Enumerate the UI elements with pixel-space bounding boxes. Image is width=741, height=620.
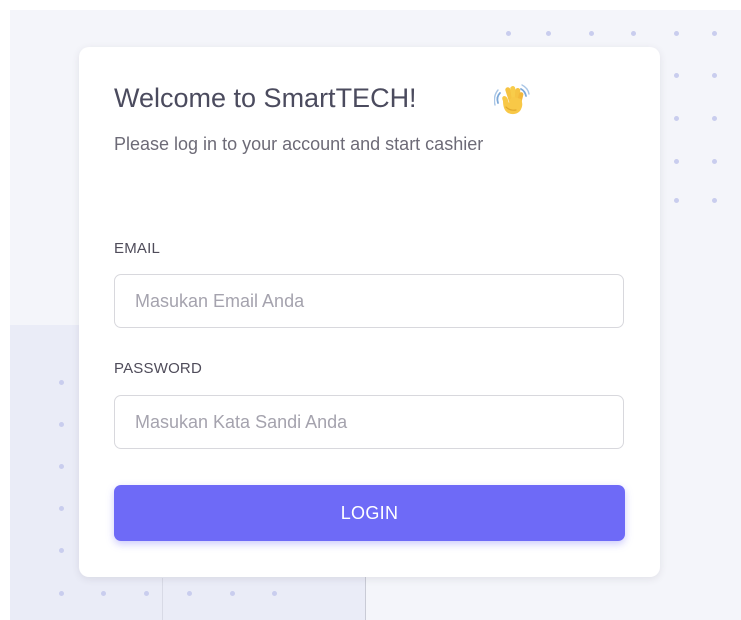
password-field[interactable]	[114, 395, 624, 449]
decor-dot	[187, 591, 192, 596]
decor-dot	[631, 31, 636, 36]
decor-dot	[59, 506, 64, 511]
email-field[interactable]	[114, 274, 624, 328]
decor-dot	[712, 73, 717, 78]
decor-dot	[674, 198, 679, 203]
decor-dot	[712, 198, 717, 203]
email-label: EMAIL	[114, 240, 161, 257]
decor-dot	[59, 464, 64, 469]
decor-dot	[674, 73, 679, 78]
decor-dot	[712, 159, 717, 164]
decor-dot	[674, 116, 679, 121]
decor-dot	[59, 380, 64, 385]
login-button[interactable]: LOGIN	[114, 485, 625, 541]
decor-dot	[674, 31, 679, 36]
decor-dot	[674, 159, 679, 164]
decor-dot	[59, 548, 64, 553]
decor-dot	[712, 116, 717, 121]
decor-dot	[712, 31, 717, 36]
waving-hand-icon	[493, 83, 530, 117]
decor-dot	[506, 31, 511, 36]
decor-dot	[59, 422, 64, 427]
decor-dot	[144, 591, 149, 596]
decor-dot	[59, 591, 64, 596]
decorative-divider	[162, 578, 163, 620]
page-subtitle: Please log in to your account and start …	[114, 134, 484, 154]
page-title: Welcome to SmartTECH!	[114, 83, 417, 113]
password-label: PASSWORD	[114, 360, 202, 377]
decor-dot	[546, 31, 551, 36]
decor-dot	[589, 31, 594, 36]
decor-dot	[230, 591, 235, 596]
decor-dot	[101, 591, 106, 596]
decor-dot	[272, 591, 277, 596]
login-card: Welcome to SmartTECH! Please log in to y…	[79, 47, 660, 577]
